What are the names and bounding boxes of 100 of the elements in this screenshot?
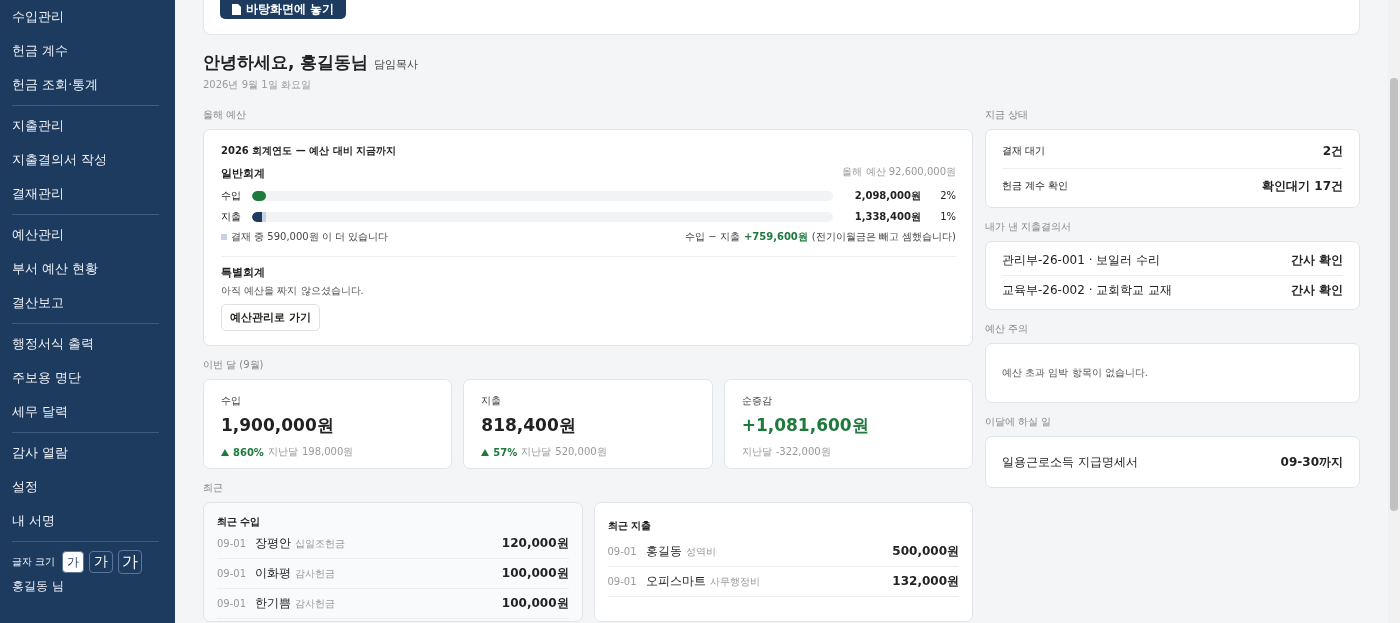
status-value: 2건	[1322, 142, 1343, 160]
row-date: 09-01	[217, 598, 248, 609]
previous-value: 520,000원	[555, 445, 607, 459]
stat-value: +1,081,600원	[741, 414, 870, 437]
status-label: 헌금 계수 확인	[1002, 179, 1069, 193]
net-label: 수입 − 지출	[685, 230, 740, 244]
stat-value: 818,400원	[481, 414, 577, 437]
sidebar-item[interactable]: 헌금 조회·통계	[12, 68, 159, 102]
previous-value: 198,000원	[301, 445, 354, 459]
font-size-button[interactable]: 가	[62, 551, 85, 573]
todo-due: 09-30까지	[1280, 453, 1343, 471]
card-title: 최근 수입	[217, 515, 262, 529]
section-label: 지금 상태	[985, 108, 1030, 122]
up-triangle-icon	[481, 448, 490, 456]
document-status: 간사 확인	[1290, 252, 1343, 269]
user-role: 담임목사	[374, 57, 419, 72]
section-label: 이달에 하실 일	[985, 415, 1053, 429]
status-label: 결재 대기	[1002, 144, 1046, 158]
sidebar-item[interactable]: 설정	[12, 470, 159, 504]
row-date: 09-01	[607, 546, 638, 557]
previous-label: 지난달	[267, 445, 298, 459]
budget-link-button[interactable]: 예산관리로 가기	[221, 304, 320, 331]
row-amount: 120,000원	[501, 535, 569, 552]
sidebar-item[interactable]: 수입관리	[12, 0, 159, 34]
sidebar-item[interactable]: 내 서명	[12, 504, 159, 538]
sidebar-item[interactable]: 감사 열람	[12, 436, 159, 470]
sidebar-item[interactable]: 행정서식 출력	[12, 327, 159, 361]
user-name: 홍길동 님	[12, 578, 65, 595]
net-value: +759,600원	[743, 230, 808, 244]
document-icon	[232, 4, 241, 15]
card-title: 2026 회계연도 — 예산 대비 지금까지	[221, 144, 398, 158]
font-size-button[interactable]: 가	[118, 550, 143, 574]
legend-square-icon	[221, 234, 227, 240]
row-category: 십일조헌금	[295, 536, 346, 551]
sidebar-item[interactable]: 지출관리	[12, 109, 159, 143]
net-note: (전기이월금은 빼고 셈했습니다)	[811, 230, 956, 244]
bar-percent: 2%	[939, 190, 956, 201]
row-name: 오피스마트	[645, 573, 706, 590]
section-label: 예산 주의	[985, 322, 1030, 336]
stat-value: 1,900,000원	[221, 414, 335, 437]
stat-label: 수입	[221, 394, 242, 408]
bar-percent: 1%	[939, 211, 956, 222]
bar-label: 수입	[221, 188, 242, 203]
sidebar-item[interactable]: 결재관리	[12, 177, 159, 211]
pending-note: 결재 중 590,000원 이 더 있습니다	[231, 230, 389, 244]
sidebar-item[interactable]: 주보용 명단	[12, 361, 159, 395]
row-category: 감사헌금	[295, 566, 336, 581]
sidebar-item[interactable]: 세무 달력	[12, 395, 159, 429]
row-category: 감사헌금	[295, 596, 336, 611]
font-size-label: 글자 크기	[12, 555, 56, 569]
row-name: 한기쁨	[255, 595, 291, 612]
document-title: 관리부-26-001 · 보일러 수리	[1002, 252, 1161, 269]
stat-label: 순증감	[741, 394, 773, 408]
subsection-title: 특별회계	[221, 265, 266, 280]
bar-label: 지출	[221, 209, 242, 224]
status-value: 확인대기 17건	[1262, 177, 1343, 195]
section-label: 이번 달 (9월)	[203, 358, 265, 372]
row-name: 장평안	[255, 535, 291, 552]
row-name: 이화평	[255, 565, 291, 582]
row-amount: 100,000원	[501, 565, 569, 582]
special-note: 아직 예산을 짜지 않으셨습니다.	[221, 284, 365, 298]
row-date: 09-01	[607, 576, 638, 587]
change-percent: 57%	[493, 446, 518, 458]
row-date: 09-01	[217, 538, 248, 549]
greeting-title: 안녕하세요, 홍길동님	[203, 51, 369, 74]
document-title: 교육부-26-002 · 교회학교 교재	[1002, 282, 1173, 299]
row-category: 사무행정비	[709, 574, 761, 589]
alert-message: 예산 초과 임박 항목이 없습니다.	[1002, 366, 1148, 380]
row-date: 09-01	[217, 568, 248, 579]
row-amount: 500,000원	[892, 543, 959, 560]
section-label: 올해 예산	[203, 108, 248, 122]
bar-amount: 2,098,000원	[853, 188, 921, 203]
card-title: 최근 지출	[607, 519, 652, 533]
up-triangle-icon	[221, 448, 229, 456]
scrollbar-thumb[interactable]	[1390, 78, 1398, 511]
font-size-button[interactable]: 가	[89, 551, 114, 573]
previous-label: 지난달	[521, 445, 552, 459]
row-amount: 132,000원	[892, 573, 959, 590]
sidebar-item[interactable]: 부서 예산 현황	[12, 252, 159, 286]
section-label: 내가 낸 지출결의서	[985, 220, 1073, 234]
sidebar-item[interactable]: 헌금 계수	[12, 34, 159, 68]
todo-title: 일용근로소득 지급명세서	[1002, 453, 1138, 471]
previous-label: 지난달	[741, 445, 772, 459]
date-text: 2026년 9월 1일 화요일	[203, 78, 312, 92]
bar-amount: 1,338,400원	[853, 209, 921, 224]
previous-value: -322,000원	[775, 445, 831, 459]
row-category: 성역비	[685, 544, 717, 559]
budget-total: 올해 예산 92,600,000원	[842, 164, 956, 179]
desktop-shortcut-button[interactable]: 바탕화면에 놓기	[220, 0, 347, 19]
row-name: 홍길동	[645, 543, 682, 560]
scrollbar[interactable]	[1388, 0, 1400, 623]
sidebar-item[interactable]: 예산관리	[12, 218, 159, 252]
section-label: 최근	[203, 481, 224, 495]
row-amount: 100,000원	[501, 595, 569, 612]
change-percent: 860%	[233, 446, 264, 458]
subsection-title: 일반회계	[221, 166, 265, 181]
document-status: 간사 확인	[1290, 282, 1343, 299]
stat-label: 지출	[481, 394, 503, 408]
sidebar-item[interactable]: 지출결의서 작성	[12, 143, 159, 177]
sidebar-item[interactable]: 결산보고	[12, 286, 159, 320]
